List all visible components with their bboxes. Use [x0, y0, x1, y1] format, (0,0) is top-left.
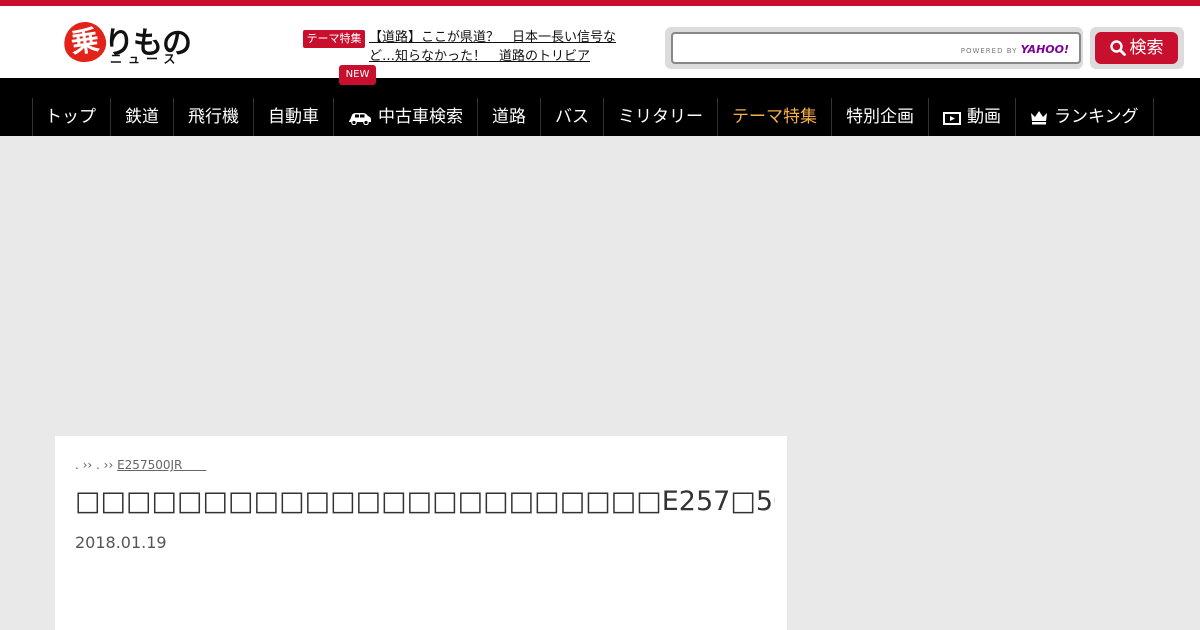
main-nav: トップ 鉄道 飛行機 自動車 中古車検索 道路 バス ミリタリー テーマ特集 特… [0, 78, 1200, 136]
nav-item-car[interactable]: 自動車 [253, 98, 333, 136]
search-input[interactable]: POWERED BY YAHOO! [671, 32, 1081, 64]
search-button-wrap: 検索 [1090, 27, 1184, 69]
nav-item-special-project[interactable]: 特別企画 [831, 98, 928, 136]
breadcrumb-current-link[interactable]: E257500JR [117, 458, 206, 472]
nav-item-top[interactable]: トップ [32, 98, 110, 136]
nav-item-ranking[interactable]: ランキング [1015, 98, 1154, 136]
powered-by-label: POWERED BY YAHOO! [960, 43, 1069, 56]
car-icon [349, 113, 371, 126]
nav-item-video[interactable]: 動画 [928, 98, 1015, 136]
nav-item-military[interactable]: ミリタリー [603, 98, 717, 136]
ad-space [0, 136, 1200, 436]
yahoo-logo: YAHOO! [1020, 43, 1069, 56]
theme-badge: テーマ特集 [303, 30, 365, 48]
nav-item-used-car-search[interactable]: 中古車検索 [333, 98, 477, 136]
search-button[interactable]: 検索 [1095, 32, 1178, 64]
logo-subtext: ニュース [110, 52, 182, 66]
new-badge: NEW [339, 65, 376, 85]
breadcrumb: . ›› . ›› E257500JR [75, 458, 207, 472]
nav-item-bus[interactable]: バス [540, 98, 603, 136]
site-header: 乗 りもの ニュース テーマ特集 【道路】ここが県道？ 日本一長い信号など…知ら… [0, 6, 1200, 78]
article-date: 2018.01.19 [75, 533, 167, 552]
search-icon [1109, 40, 1126, 56]
search-box: POWERED BY YAHOO! [665, 27, 1083, 69]
crown-icon [1031, 111, 1047, 125]
site-logo[interactable]: 乗 りもの ニュース [61, 18, 197, 68]
article-card: . ›› . ›› E257500JR □□□□□□□□□□□□□□□□□□□□… [55, 436, 787, 630]
nav-item-railway[interactable]: 鉄道 [110, 98, 173, 136]
logo-mark: 乗 [61, 19, 109, 65]
article-title: □□□□□□□□□□□□□□□□□□□□□□□E257□500□□□□JR□□□ [75, 486, 775, 517]
nav-item-airplane[interactable]: 飛行機 [173, 98, 253, 136]
nav-item-road[interactable]: 道路 [477, 98, 540, 136]
video-icon [943, 112, 961, 125]
featured-headline-link[interactable]: 【道路】ここが県道？ 日本一長い信号など…知らなかった！ 道路のトリビア [369, 28, 629, 66]
nav-item-theme-feature[interactable]: テーマ特集 [717, 98, 831, 136]
